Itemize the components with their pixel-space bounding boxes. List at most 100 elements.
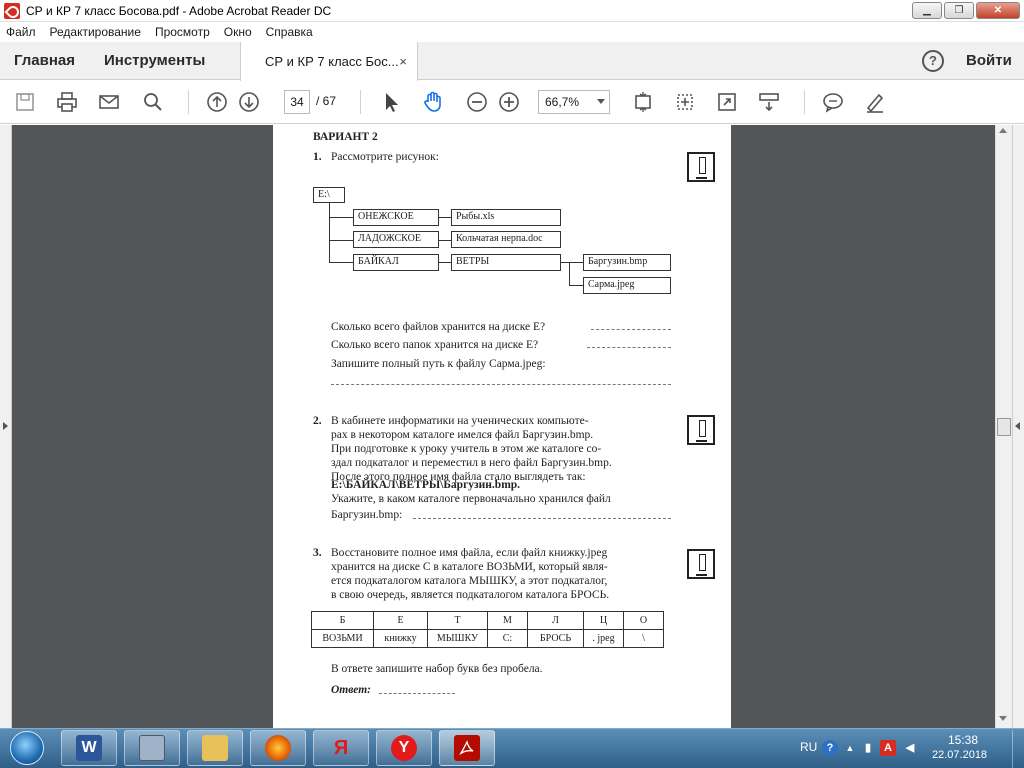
scrollbar-thumb[interactable]: [997, 418, 1011, 436]
print-icon[interactable]: [54, 89, 80, 115]
answer-line[interactable]: [413, 518, 671, 519]
pen-icon: [687, 152, 715, 182]
menu-help[interactable]: Справка: [266, 25, 313, 39]
table-cell: \: [623, 629, 664, 648]
network-icon[interactable]: ▮: [860, 740, 876, 756]
q2-line: здал подкаталог и переместил в него файл…: [331, 457, 612, 469]
tree-line: [329, 203, 330, 263]
taskbar-acrobat[interactable]: [439, 730, 495, 766]
volume-icon[interactable]: ◀: [902, 740, 918, 756]
sign-in-link[interactable]: Войти: [966, 52, 1012, 69]
title-bar: СР и КР 7 класс Босова.pdf - Adobe Acrob…: [0, 0, 1024, 22]
close-button[interactable]: ✕: [976, 2, 1020, 19]
fit-page-icon[interactable]: [630, 89, 656, 115]
help-tray-icon[interactable]: ?: [822, 740, 838, 756]
comment-icon[interactable]: [820, 89, 846, 115]
rotate-view-icon[interactable]: [672, 89, 698, 115]
folder-ladoga: ЛАДОЖСКОЕ: [353, 231, 439, 248]
q3-line: Восстановите полное имя файла, если файл…: [331, 547, 608, 559]
q1-text: Рассмотрите рисунок:: [331, 151, 439, 163]
scroll-mode-icon[interactable]: [756, 89, 782, 115]
answer-line[interactable]: [587, 347, 671, 348]
menu-window[interactable]: Окно: [224, 25, 252, 39]
tree-line: [439, 262, 451, 263]
computer-icon: [139, 735, 165, 761]
taskbar-yandex-browser[interactable]: Y: [376, 730, 432, 766]
zoom-out-icon[interactable]: [464, 89, 490, 115]
nav-tools[interactable]: Инструменты: [104, 52, 205, 69]
clock-date[interactable]: 22.07.2018: [932, 749, 987, 761]
toolbar-separator: [360, 90, 361, 114]
table-cell: Ц: [583, 611, 624, 630]
system-tray: RU ? ▲ ▮ A ◀ 15:38 22.07.2018: [796, 730, 1024, 768]
pdf-page: ВАРИАНТ 2 1. Рассмотрите рисунок: E:\ ОН…: [273, 125, 731, 728]
q1-number: 1.: [313, 151, 322, 163]
q3-number: 3.: [313, 547, 322, 559]
taskbar-word[interactable]: W: [61, 730, 117, 766]
search-icon[interactable]: [140, 89, 166, 115]
folder-baikal: БАЙКАЛ: [353, 254, 439, 271]
expand-right-icon[interactable]: [1015, 422, 1020, 430]
table-cell: Б: [311, 611, 374, 630]
save-icon[interactable]: [12, 89, 38, 115]
tab-document-label: СР и КР 7 класс Бос...: [265, 54, 399, 69]
q1-line-files: Сколько всего файлов хранится на диске E…: [331, 321, 546, 333]
zoom-in-icon[interactable]: [496, 89, 522, 115]
table-cell: БРОСЬ: [527, 629, 584, 648]
table-cell: . jpeg: [583, 629, 624, 648]
table-cell: Л: [527, 611, 584, 630]
taskbar-yandex-red[interactable]: Я: [313, 730, 369, 766]
tree-root: E:\: [313, 187, 345, 203]
select-cursor-icon[interactable]: [378, 89, 404, 115]
tree-line: [329, 217, 353, 218]
tree-line: [329, 240, 353, 241]
menu-edit[interactable]: Редактирование: [50, 25, 141, 39]
q2-line: рах в некотором каталоге имелся файл Бар…: [331, 429, 594, 441]
page-down-icon[interactable]: [236, 89, 262, 115]
show-hidden-icons-icon[interactable]: ▲: [842, 740, 858, 756]
menu-view[interactable]: Просмотр: [155, 25, 210, 39]
folder-winds: ВЕТРЫ: [451, 254, 561, 271]
page-total: / 67: [316, 94, 337, 108]
table-cell: ВОЗЬМИ: [311, 629, 374, 648]
taskbar-computer[interactable]: [124, 730, 180, 766]
answer-line[interactable]: [591, 329, 671, 330]
help-icon[interactable]: ?: [922, 50, 944, 72]
restore-button[interactable]: ❐: [944, 2, 974, 19]
acrobat-tray-icon[interactable]: A: [880, 740, 896, 756]
answer-label: Ответ:: [331, 684, 371, 696]
answer-line[interactable]: [379, 693, 455, 694]
windows-logo-icon: [10, 731, 44, 765]
zoom-select[interactable]: 66,7%: [538, 90, 610, 114]
letter-table: Б Е Т М Л Ц О ВОЗЬМИ книжку МЫШКУ С: БРО…: [311, 611, 664, 648]
page-number-input[interactable]: 34: [284, 90, 310, 114]
q3-answer-hint: В ответе запишите набор букв без пробела…: [331, 663, 543, 675]
scroll-up-icon[interactable]: [999, 128, 1007, 133]
hand-tool-icon[interactable]: [420, 89, 446, 115]
acrobat-app-icon: [4, 2, 20, 19]
highlight-pen-icon[interactable]: [862, 89, 888, 115]
answer-line[interactable]: [331, 384, 671, 385]
q1-line-path: Запишите полный путь к файлу Сарма.jpeg:: [331, 358, 546, 370]
yandex-browser-icon: Y: [391, 735, 417, 761]
tab-close-icon[interactable]: ×: [399, 54, 407, 69]
fullscreen-icon[interactable]: [714, 89, 740, 115]
show-desktop-button[interactable]: [1012, 730, 1024, 768]
nav-home[interactable]: Главная: [14, 52, 75, 69]
menu-file[interactable]: Файл: [6, 25, 36, 39]
scroll-down-icon[interactable]: [999, 716, 1007, 721]
window-title: СР и КР 7 класс Босова.pdf - Adobe Acrob…: [26, 3, 332, 18]
tab-document[interactable]: СР и КР 7 класс Бос... ×: [240, 42, 418, 81]
email-icon[interactable]: [96, 89, 122, 115]
expand-left-icon[interactable]: [3, 422, 8, 430]
language-indicator[interactable]: RU: [800, 740, 817, 754]
taskbar-explorer[interactable]: [187, 730, 243, 766]
tree-line: [561, 262, 583, 263]
page-up-icon[interactable]: [204, 89, 230, 115]
clock-time[interactable]: 15:38: [948, 733, 978, 747]
taskbar-firefox[interactable]: [250, 730, 306, 766]
start-button[interactable]: [2, 729, 52, 767]
minimize-button[interactable]: ▁: [912, 2, 942, 19]
table-row: Б Е Т М Л Ц О: [311, 611, 664, 630]
q1-line-folders: Сколько всего папок хранится на диске E?: [331, 339, 539, 351]
